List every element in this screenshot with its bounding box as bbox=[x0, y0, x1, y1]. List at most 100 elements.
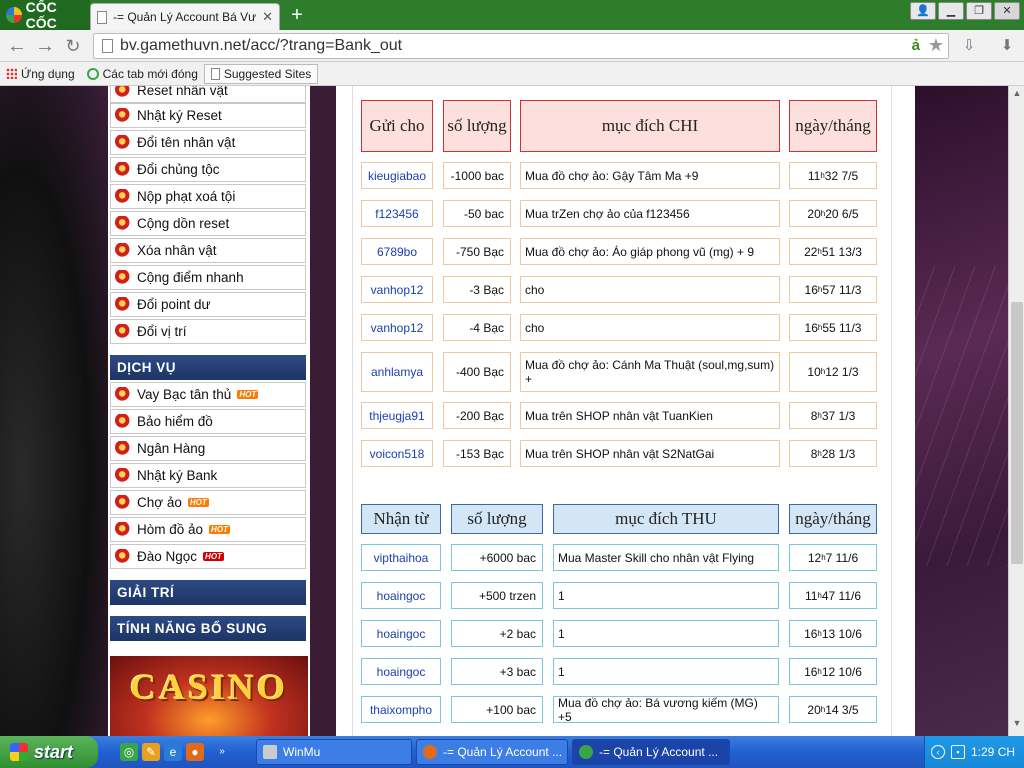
close-window-button[interactable]: ✕ bbox=[994, 2, 1020, 20]
bookmark-recent-tabs[interactable]: Các tab mới đóng bbox=[81, 64, 204, 84]
window-controls: 👤 ▁ ❐ ✕ bbox=[910, 2, 1020, 20]
section-header-extra-features[interactable]: TÍNH NĂNG BỔ SUNG bbox=[110, 616, 306, 641]
sidebar-item-reset[interactable]: Reset nhân vật bbox=[110, 86, 306, 103]
thu-header-sender: Nhận từ bbox=[361, 504, 441, 534]
chi-date: 20 h 20 6/5 bbox=[789, 200, 877, 227]
thu-purpose: 1 bbox=[553, 582, 779, 609]
date-rest: 55 11/3 bbox=[822, 320, 862, 335]
taskbar-item-winmu[interactable]: WinMu bbox=[256, 739, 412, 765]
sidebar-item-item-insurance[interactable]: Bảo hiểm đồ bbox=[110, 409, 306, 434]
chi-date: 11 h 32 7/5 bbox=[789, 162, 877, 189]
chi-recipient-link[interactable]: vanhop12 bbox=[361, 314, 433, 341]
chi-amount: -1000 bac bbox=[443, 162, 511, 189]
sidebar-item-reset-log[interactable]: Nhật ký Reset bbox=[110, 103, 306, 128]
date-rest: 47 11/6 bbox=[821, 588, 862, 603]
chi-amount: -4 Bạc bbox=[443, 314, 511, 341]
chi-recipient-link[interactable]: f123456 bbox=[361, 200, 433, 227]
thu-sender-link[interactable]: hoaingoc bbox=[361, 620, 441, 647]
taskbar-item-firefox[interactable]: -= Quản Lý Account ... bbox=[416, 739, 568, 765]
close-tab-icon[interactable]: ✕ bbox=[262, 9, 273, 25]
sidebar-item-dig-jewel[interactable]: Đào Ngọc HOT bbox=[110, 544, 306, 569]
background-art-left bbox=[0, 86, 108, 736]
section-header-services: DỊCH VỤ bbox=[110, 355, 306, 380]
minimize-button[interactable]: ▁ bbox=[938, 2, 964, 20]
ie-quicklaunch-icon[interactable]: e bbox=[164, 743, 182, 761]
scroll-down-icon[interactable]: ▼ bbox=[1011, 718, 1023, 732]
sidebar-item-bank[interactable]: Ngân Hàng bbox=[110, 436, 306, 461]
date-hour: 10 bbox=[807, 365, 821, 379]
bookmark-label: Suggested Sites bbox=[223, 66, 312, 81]
sidebar-item-label: Nộp phạt xoá tội bbox=[137, 189, 236, 204]
dragon-icon bbox=[115, 413, 133, 430]
thu-sender-link[interactable]: thaixompho bbox=[361, 696, 441, 723]
reload-icon[interactable]: ↻ bbox=[62, 35, 84, 57]
coccoc-quicklaunch-icon[interactable]: ◎ bbox=[120, 743, 138, 761]
sidebar-item-stack-reset[interactable]: Cộng dồn reset bbox=[110, 211, 306, 236]
sidebar-item-newbie-loan[interactable]: Vay Bạc tân thủ HOT bbox=[110, 382, 306, 407]
sidebar-item-virtual-chest[interactable]: Hòm đồ ảo HOT bbox=[110, 517, 306, 542]
sidebar-item-pay-fine[interactable]: Nộp phạt xoá tội bbox=[110, 184, 306, 209]
sidebar-item-change-location[interactable]: Đổi vị trí bbox=[110, 319, 306, 344]
chi-recipient-link[interactable]: vanhop12 bbox=[361, 276, 433, 303]
quicklaunch-expand-icon[interactable]: » bbox=[216, 743, 228, 761]
thu-sender-link[interactable]: hoaingoc bbox=[361, 582, 441, 609]
sidebar-item-virtual-market[interactable]: Chợ ảo HOT bbox=[110, 490, 306, 515]
paint-quicklaunch-icon[interactable]: ✎ bbox=[142, 743, 160, 761]
chi-recipient-link[interactable]: anhlamya bbox=[361, 352, 433, 392]
date-hour: 11 bbox=[807, 168, 821, 183]
chi-purpose: Mua đồ chợ ảo: Gậy Tâm Ma +9 bbox=[520, 162, 780, 189]
scroll-up-icon[interactable]: ▲ bbox=[1011, 88, 1023, 102]
date-rest: 28 1/3 bbox=[821, 446, 856, 461]
bookmark-apps[interactable]: Ứng dụng bbox=[0, 64, 81, 84]
date-rest: 14 3/5 bbox=[825, 702, 859, 717]
thu-sender-link[interactable]: vipthaihoa bbox=[361, 544, 441, 571]
casino-banner[interactable]: CASINO bbox=[110, 656, 308, 736]
address-bar[interactable]: ả ★ bbox=[93, 33, 949, 59]
sidebar-item-delete-character[interactable]: Xóa nhân vật bbox=[110, 238, 306, 263]
bookmark-star-icon[interactable]: ★ bbox=[928, 35, 944, 56]
coccoc-extension-icon[interactable]: ả bbox=[912, 37, 920, 54]
sidebar-item-change-race[interactable]: Đổi chủng tộc bbox=[110, 157, 306, 182]
chi-header-recipient: Gửi cho bbox=[361, 100, 433, 152]
bookmark-label: Các tab mới đóng bbox=[102, 66, 198, 81]
chi-date: 16 h 57 11/3 bbox=[789, 276, 877, 303]
firefox-quicklaunch-icon[interactable]: ● bbox=[186, 743, 204, 761]
bookmark-suggested-sites[interactable]: Suggested Sites bbox=[203, 63, 319, 84]
chi-recipient-link[interactable]: voicon518 bbox=[361, 440, 433, 467]
thu-date: 20 h 14 3/5 bbox=[789, 696, 877, 723]
user-icon[interactable]: 👤 bbox=[910, 2, 936, 20]
page-scrollbar[interactable]: ▲ ▼ bbox=[1008, 86, 1024, 736]
back-arrow-icon[interactable]: ← bbox=[6, 35, 28, 57]
downloads-icon[interactable]: ⬇ bbox=[996, 36, 1018, 56]
download-video-icon[interactable]: ⇩ bbox=[958, 36, 980, 56]
scroll-thumb[interactable] bbox=[1011, 302, 1023, 564]
browser-logo[interactable]: CỐC CỐC bbox=[0, 0, 90, 31]
sidebar-item-bank-log[interactable]: Nhật ký Bank bbox=[110, 463, 306, 488]
date-rest: 57 11/3 bbox=[822, 282, 862, 297]
dragon-icon bbox=[115, 188, 133, 205]
sidebar-item-quick-points[interactable]: Cộng điểm nhanh bbox=[110, 265, 306, 290]
start-button[interactable]: start bbox=[0, 736, 98, 768]
chi-recipient-link[interactable]: 6789bo bbox=[361, 238, 433, 265]
date-hour: 16 bbox=[804, 320, 818, 335]
maximize-button[interactable]: ❐ bbox=[966, 2, 992, 20]
sidebar-item-rename[interactable]: Đổi tên nhân vật bbox=[110, 130, 306, 155]
chi-recipient-link[interactable]: kieugiabao bbox=[361, 162, 433, 189]
forward-arrow-icon[interactable]: → bbox=[34, 35, 56, 57]
clock[interactable]: 1:29 CH bbox=[971, 745, 1015, 759]
chi-header-amount: số lượng bbox=[443, 100, 511, 152]
thu-sender-link[interactable]: hoaingoc bbox=[361, 658, 441, 685]
sidebar-item-change-points[interactable]: Đổi point dư bbox=[110, 292, 306, 317]
new-tab-button[interactable]: + bbox=[286, 4, 308, 26]
tray-arrow-icon[interactable]: ‹ bbox=[931, 745, 945, 759]
browser-tab[interactable]: -= Quản Lý Account Bá Vương ✕ bbox=[90, 3, 280, 30]
url-input[interactable] bbox=[120, 36, 880, 56]
section-header-entertainment[interactable]: GIẢI TRÍ bbox=[110, 580, 306, 605]
date-rest: 7 11/6 bbox=[825, 550, 859, 565]
taskbar-item-coccoc[interactable]: -= Quản Lý Account ... bbox=[572, 739, 730, 765]
network-icon[interactable]: ▪ bbox=[951, 745, 965, 759]
dragon-icon bbox=[115, 134, 133, 151]
chi-date: 8 h 37 1/3 bbox=[789, 402, 877, 429]
dragon-icon bbox=[115, 242, 133, 259]
chi-recipient-link[interactable]: thjeugja91 bbox=[361, 402, 433, 429]
